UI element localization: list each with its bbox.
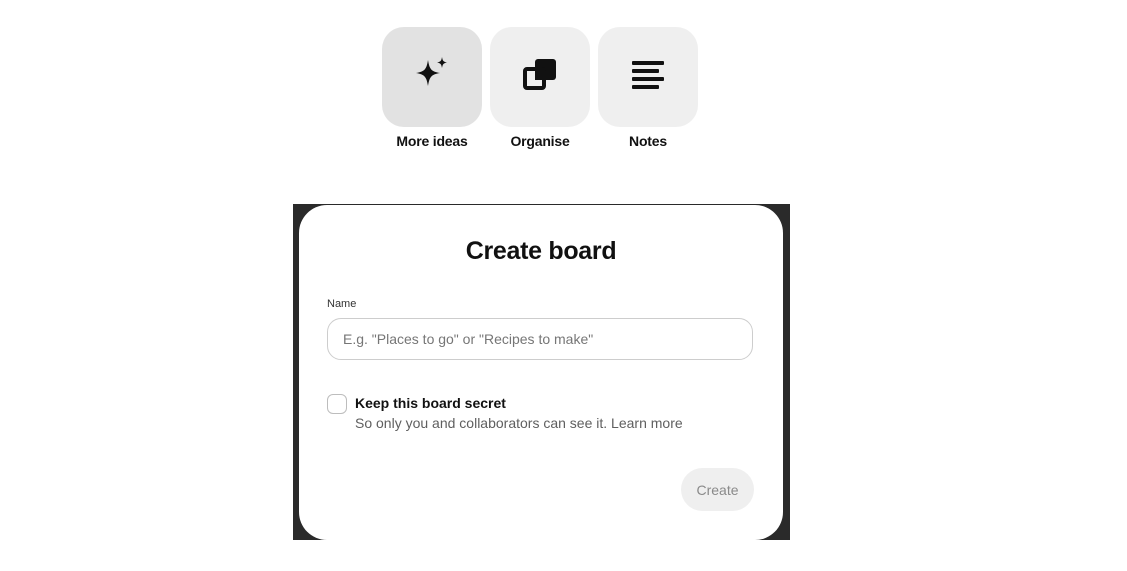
secret-description-text: So only you and collaborators can see it… bbox=[355, 415, 608, 431]
create-button[interactable]: Create bbox=[681, 468, 754, 511]
more-ideas-label: More ideas bbox=[396, 133, 468, 149]
notes-label: Notes bbox=[629, 133, 667, 149]
more-ideas-button[interactable]: More ideas bbox=[382, 27, 482, 149]
sparkle-icon bbox=[412, 55, 452, 100]
secret-title: Keep this board secret bbox=[355, 395, 506, 411]
dialog-title: Create board bbox=[465, 237, 617, 265]
secret-description: So only you and collaborators can see it… bbox=[355, 415, 683, 431]
secret-checkbox[interactable] bbox=[327, 394, 347, 414]
name-label: Name bbox=[327, 298, 357, 310]
organise-tile bbox=[490, 27, 590, 127]
create-board-dialog: Create board Name Keep this board secret… bbox=[299, 205, 783, 540]
organise-button[interactable]: Organise bbox=[490, 27, 590, 149]
notes-button[interactable]: Notes bbox=[598, 27, 698, 149]
page: More ideas Organise Notes Create board N… bbox=[0, 0, 1127, 571]
notes-icon bbox=[628, 55, 668, 100]
organise-icon bbox=[520, 55, 560, 100]
quick-actions: More ideas Organise Notes bbox=[382, 27, 698, 152]
board-name-input[interactable] bbox=[327, 318, 753, 360]
more-ideas-tile bbox=[382, 27, 482, 127]
learn-more-link[interactable]: Learn more bbox=[611, 415, 683, 431]
notes-tile bbox=[598, 27, 698, 127]
organise-label: Organise bbox=[510, 133, 570, 149]
